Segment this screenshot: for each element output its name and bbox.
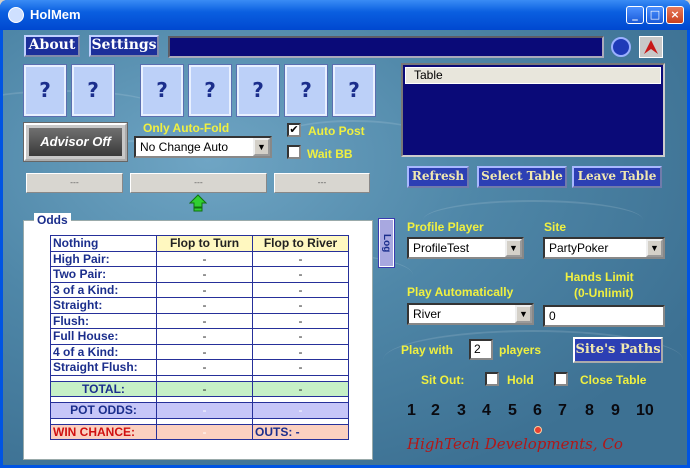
table-row: Two Pair: - - xyxy=(50,266,349,283)
log-tab[interactable]: Log xyxy=(378,218,395,268)
odds-header-hand: Nothing xyxy=(50,235,157,252)
sit-out-close-label: Close Table xyxy=(580,373,647,387)
auto-fold-label: Only Auto-Fold xyxy=(143,121,230,135)
site-select[interactable]: PartyPoker ▼ xyxy=(543,237,665,259)
minimize-button[interactable]: _ xyxy=(626,6,644,24)
chevron-down-icon: ▼ xyxy=(515,305,532,323)
seat-number[interactable]: 2 xyxy=(431,402,440,420)
refresh-button[interactable]: Refresh xyxy=(407,166,469,188)
seat-number[interactable]: 3 xyxy=(457,402,466,420)
site-label: Site xyxy=(544,220,567,234)
sit-out-hold-checkbox[interactable] xyxy=(485,372,499,386)
wait-bb-checkbox[interactable] xyxy=(287,145,301,159)
action-button-1[interactable]: --- xyxy=(26,173,123,193)
sit-out-close-checkbox[interactable] xyxy=(554,372,568,386)
profile-select[interactable]: ProfileTest ▼ xyxy=(407,237,524,259)
settings-button[interactable]: Settings xyxy=(89,35,159,57)
auto-fold-value: No Change Auto xyxy=(140,140,229,154)
profile-value: ProfileTest xyxy=(413,241,470,255)
site-value: PartyPoker xyxy=(549,241,609,255)
table-row: High Pair: - - xyxy=(50,250,349,267)
table-row: 4 of a Kind: - - xyxy=(50,343,349,360)
chevron-down-icon: ▼ xyxy=(505,239,522,257)
table-row: Straight: - - xyxy=(50,297,349,314)
app-icon xyxy=(8,7,24,23)
seat-number[interactable]: 7 xyxy=(558,402,567,420)
selected-seat-indicator xyxy=(534,426,542,434)
odds-table: Nothing Flop to Turn Flop to River High … xyxy=(50,235,349,440)
action-button-3[interactable]: --- xyxy=(274,173,370,193)
players-count-input[interactable]: 2 xyxy=(469,339,493,360)
play-auto-value: River xyxy=(413,307,442,321)
total-row: TOTAL: - - xyxy=(50,380,349,397)
title-bar[interactable]: HolMem _ □ × xyxy=(0,0,690,30)
app-window: HolMem _ □ × About Settings ? ? ? ? ? ? … xyxy=(0,0,690,468)
sites-paths-button[interactable]: Site's Paths xyxy=(573,337,663,363)
pot-odds-row: POT ODDS: - - xyxy=(50,402,349,419)
board-card-1: ? xyxy=(140,64,184,117)
odds-panel: Odds Nothing Flop to Turn Flop to River … xyxy=(23,213,373,460)
maximize-button[interactable]: □ xyxy=(646,6,664,24)
advisor-toggle[interactable]: Advisor Off xyxy=(23,122,128,162)
table-row: Full House: - - xyxy=(50,328,349,345)
footer-credit: HighTech Developments, Co xyxy=(407,435,623,453)
board-card-5: ? xyxy=(332,64,376,117)
auto-fold-select[interactable]: No Change Auto ▼ xyxy=(134,136,272,158)
main-panel: About Settings ? ? ? ? ? ? ? Table Advis… xyxy=(3,30,687,465)
advisor-label: Advisor Off xyxy=(29,128,122,156)
play-with-label: Play with xyxy=(401,343,454,357)
sit-out-label: Sit Out: xyxy=(421,373,465,387)
seat-number[interactable]: 9 xyxy=(611,402,620,420)
action-button-2[interactable]: --- xyxy=(130,173,267,193)
hands-limit-input[interactable]: 0 xyxy=(543,305,665,327)
status-bar xyxy=(168,36,604,58)
chevron-down-icon: ▼ xyxy=(646,239,663,257)
seat-number[interactable]: 1 xyxy=(407,402,416,420)
about-button[interactable]: About xyxy=(24,35,80,57)
players-label: players xyxy=(499,343,542,357)
table-row: 3 of a Kind: - - xyxy=(50,281,349,298)
hole-card-1: ? xyxy=(23,64,67,117)
chevron-down-icon: ▼ xyxy=(253,138,270,156)
win-chance-row: WIN CHANCE: - OUTS: - xyxy=(50,423,349,440)
wait-bb-label: Wait BB xyxy=(307,147,353,161)
table-list[interactable]: Table xyxy=(401,63,665,157)
leave-table-button[interactable]: Leave Table xyxy=(572,166,662,188)
hole-card-2: ? xyxy=(71,64,115,117)
hands-limit-label: Hands Limit xyxy=(565,270,634,284)
profile-label: Profile Player xyxy=(407,220,484,234)
seat-number[interactable]: 8 xyxy=(585,402,594,420)
board-card-4: ? xyxy=(284,64,328,117)
close-button[interactable]: × xyxy=(666,6,684,24)
hands-limit-sublabel: (0-Unlimit) xyxy=(574,286,634,300)
play-auto-label: Play Automatically xyxy=(407,285,514,299)
odds-header-river: Flop to River xyxy=(252,235,349,252)
sit-out-hold-label: Hold xyxy=(507,373,534,387)
board-card-2: ? xyxy=(188,64,232,117)
arrow-up-icon xyxy=(189,194,207,212)
seat-number[interactable]: 4 xyxy=(482,402,491,420)
table-row: Flush: - - xyxy=(50,312,349,329)
board-card-3: ? xyxy=(236,64,280,117)
seat-number[interactable]: 6 xyxy=(533,402,542,420)
auto-post-checkbox[interactable]: ✔ xyxy=(287,123,301,137)
select-table-button[interactable]: Select Table xyxy=(477,166,567,188)
table-list-header[interactable]: Table xyxy=(405,67,661,84)
play-auto-select[interactable]: River ▼ xyxy=(407,303,534,325)
seat-number[interactable]: 10 xyxy=(636,402,654,420)
seat-number[interactable]: 5 xyxy=(508,402,517,420)
table-row: Straight Flush: - - xyxy=(50,359,349,376)
auto-post-label: Auto Post xyxy=(308,124,365,138)
odds-header-turn: Flop to Turn xyxy=(156,235,253,252)
globe-icon[interactable] xyxy=(611,37,631,57)
odds-title: Odds xyxy=(34,213,71,227)
logo-icon[interactable] xyxy=(639,36,663,58)
window-title: HolMem xyxy=(30,7,81,22)
